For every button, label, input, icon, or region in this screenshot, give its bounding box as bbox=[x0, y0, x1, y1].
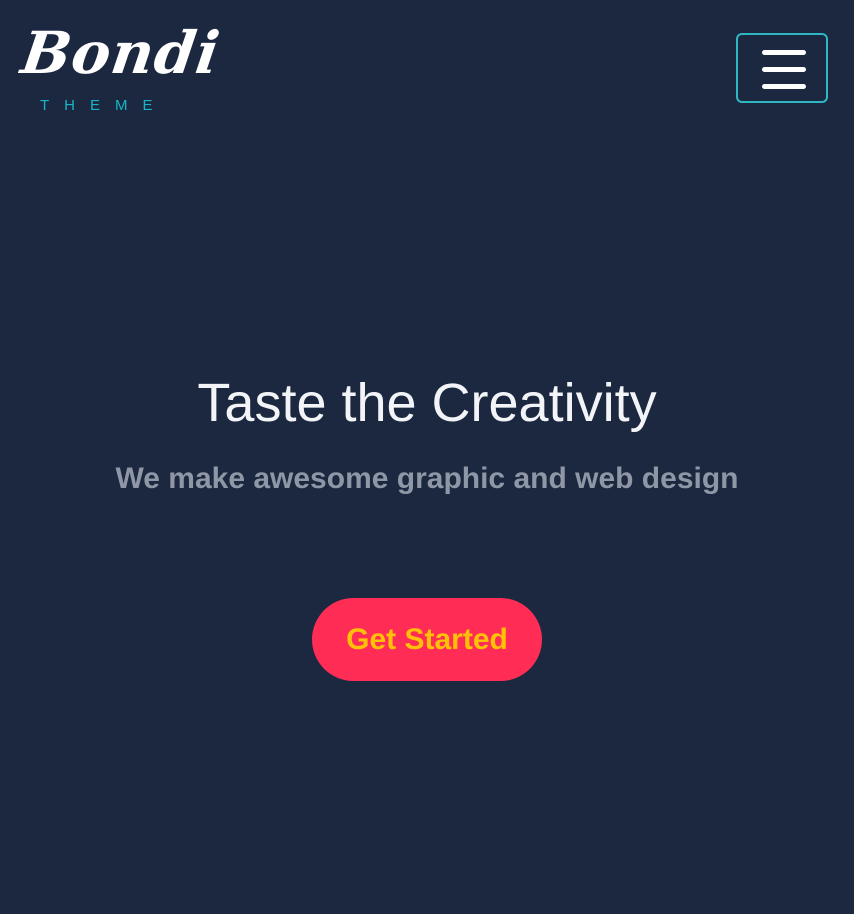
hero-section: Taste the Creativity We make awesome gra… bbox=[0, 0, 854, 914]
get-started-button[interactable]: Get Started bbox=[312, 598, 542, 681]
hero-title: Taste the Creativity bbox=[197, 373, 657, 433]
hero-subtitle: We make awesome graphic and web design bbox=[115, 462, 739, 495]
